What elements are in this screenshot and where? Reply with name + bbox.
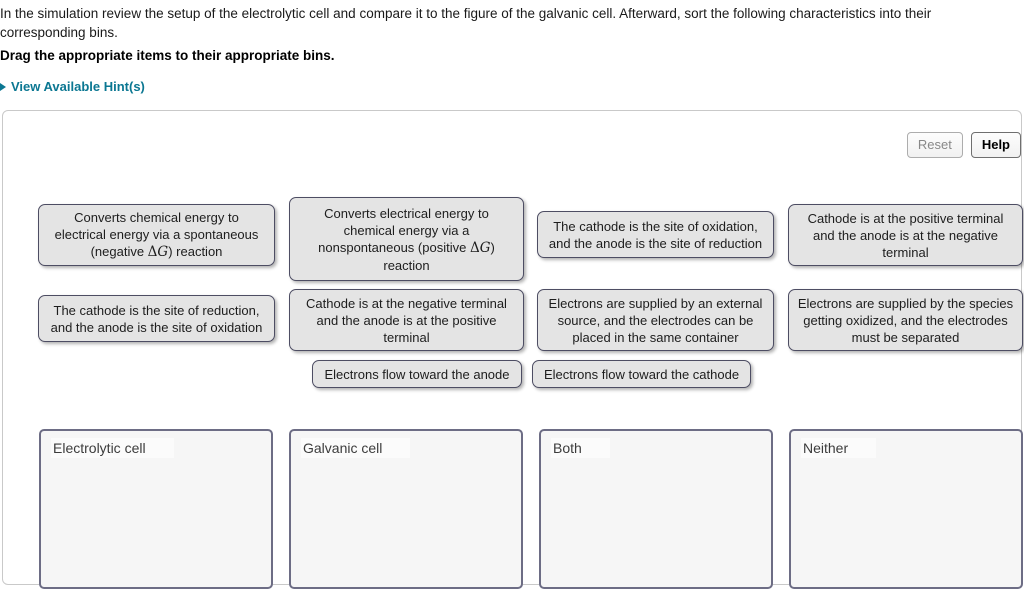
drag-item-label: Converts electrical energy to chemical e… (318, 205, 495, 273)
intro-paragraph: In the simulation review the setup of th… (0, 6, 932, 40)
drag-item[interactable]: Electrons flow toward the cathode (532, 360, 751, 388)
drag-item-label: Cathode is at the negative terminal and … (306, 295, 507, 345)
drag-item[interactable]: Cathode is at the negative terminal and … (289, 289, 524, 351)
bin-label: Both (551, 438, 610, 458)
drag-item[interactable]: Cathode is at the positive terminal and … (788, 204, 1023, 266)
drop-bin-electrolytic-cell[interactable]: Electrolytic cell (39, 429, 273, 589)
panel-toolbar: Reset Help (906, 132, 1021, 158)
drag-item-label: The cathode is the site of reduction, an… (50, 302, 263, 335)
triangle-right-icon (0, 83, 6, 91)
answer-panel: Reset Help Converts chemical energy to e… (2, 110, 1023, 589)
help-button[interactable]: Help (970, 132, 1021, 158)
intro-text-block: In the simulation review the setup of th… (0, 0, 1000, 42)
drag-item[interactable]: Electrons are supplied by an external so… (537, 289, 774, 351)
drag-item-label: Cathode is at the positive terminal and … (807, 210, 1004, 260)
bin-label: Electrolytic cell (51, 438, 174, 458)
bin-label: Neither (801, 438, 877, 458)
drag-item[interactable]: Electrons are supplied by the species ge… (788, 289, 1023, 351)
drag-item-label: Electrons flow toward the cathode (543, 366, 740, 382)
drop-bin-galvanic-cell[interactable]: Galvanic cell (289, 429, 523, 589)
drag-item-label: Electrons flow toward the anode (324, 366, 510, 382)
drag-item[interactable]: The cathode is the site of oxidation, an… (537, 211, 774, 258)
drag-item-label: The cathode is the site of oxidation, an… (548, 218, 763, 251)
instruction-text: Drag the appropriate items to their appr… (0, 48, 335, 63)
view-available-hints-label: View Available Hint(s) (11, 79, 145, 94)
drop-bin-both[interactable]: Both (539, 429, 773, 589)
bin-label: Galvanic cell (301, 438, 411, 458)
drag-item[interactable]: Converts electrical energy to chemical e… (289, 197, 524, 281)
drop-bin-neither[interactable]: Neither (789, 429, 1023, 589)
drag-item[interactable]: Converts chemical energy to electrical e… (38, 204, 275, 266)
view-available-hints-link[interactable]: View Available Hint(s) (0, 78, 145, 96)
drag-item-label: Converts chemical energy to electrical e… (54, 210, 259, 260)
drag-item-label: Electrons are supplied by an external so… (548, 295, 763, 345)
drag-item-label: Electrons are supplied by the species ge… (797, 295, 1014, 345)
drag-item[interactable]: The cathode is the site of reduction, an… (38, 295, 275, 342)
reset-button[interactable]: Reset (906, 132, 963, 158)
drag-item[interactable]: Electrons flow toward the anode (312, 360, 522, 388)
